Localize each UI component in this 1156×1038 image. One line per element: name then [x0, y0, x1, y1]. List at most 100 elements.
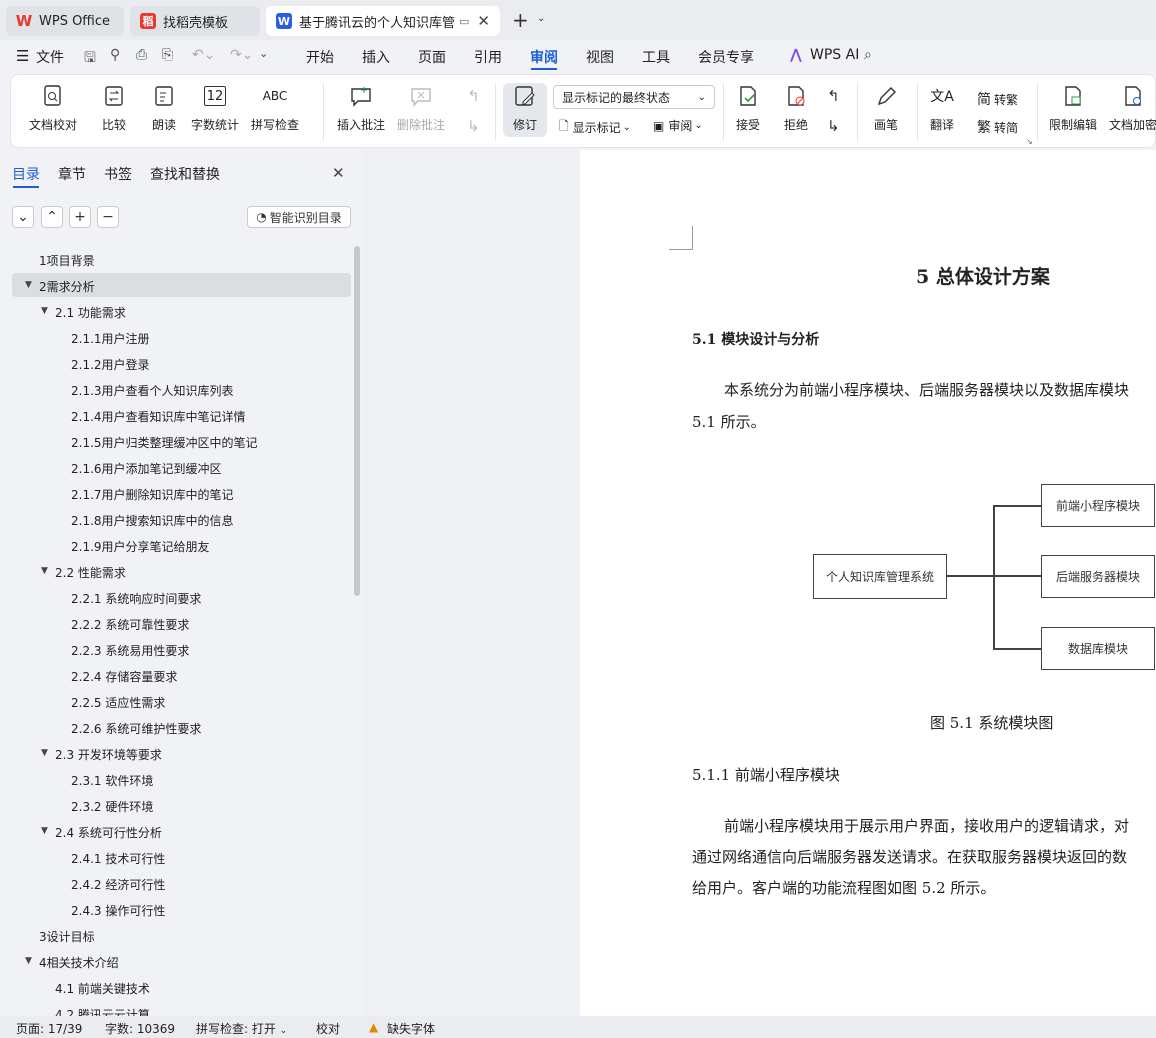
accept-label: 接受: [735, 118, 760, 132]
smart-toc-button[interactable]: ◔ 智能识别目录: [247, 206, 351, 228]
menu-home[interactable]: 开始: [306, 47, 334, 67]
delete-comment-button[interactable]: 删除批注: [397, 83, 445, 145]
tab-find-replace[interactable]: 查找和替换: [150, 164, 220, 184]
compare-button[interactable]: 比较: [101, 83, 127, 145]
toc-item-label: 2.4 系统可行性分析: [55, 826, 162, 840]
monitor-icon[interactable]: ▭: [459, 15, 469, 28]
reject-button[interactable]: 拒绝: [783, 83, 809, 145]
doc-check-button[interactable]: 文档校对: [29, 83, 77, 145]
toc-item[interactable]: [12, 689, 351, 713]
toc-item-label: 2.4.1 技术可行性: [71, 852, 166, 866]
toc-item[interactable]: [12, 871, 351, 895]
menu-review[interactable]: 审阅: [530, 47, 558, 67]
next-change-icon[interactable]: ↳: [827, 117, 840, 135]
document-page[interactable]: 5 总体设计方案 5.1 模块设计与分析 本系统分为前端小程序模块、后端服务器模…: [580, 150, 1156, 1016]
to-traditional-button[interactable]: 简 转繁: [977, 89, 1018, 109]
review-pane-button[interactable]: ▣ 审阅 ⌄: [653, 117, 703, 134]
menu-member[interactable]: 会员专享: [698, 47, 754, 67]
save-icon[interactable]: 🖫: [84, 47, 96, 71]
sidebar-scrollbar[interactable]: [354, 246, 360, 596]
tab-document[interactable]: W 基于腾讯云的个人知识库管理系 ▭ ✕: [266, 6, 500, 36]
revise-button[interactable]: 修订: [503, 83, 547, 137]
read-aloud-button[interactable]: 朗读: [151, 83, 177, 145]
expand-arrow-icon[interactable]: ▼: [41, 566, 48, 576]
prev-change-icon[interactable]: ↰: [827, 87, 840, 105]
paragraph-line: 前端小程序模块用于展示用户界面，接收用户的逻辑请求，对: [724, 817, 1130, 835]
connector-line: [993, 648, 1041, 650]
redo-icon[interactable]: ↷⌄: [230, 47, 253, 63]
menu-file[interactable]: 文件: [36, 47, 64, 67]
accept-icon: [735, 83, 761, 109]
to-traditional-label: 转繁: [994, 92, 1019, 107]
pen-button[interactable]: 画笔: [873, 83, 899, 145]
close-pane-icon[interactable]: ✕: [332, 164, 345, 182]
read-aloud-icon: [151, 83, 177, 109]
collapse-down-button[interactable]: ⌄: [12, 206, 34, 228]
expand-arrow-icon[interactable]: ▼: [41, 748, 48, 758]
expand-group-icon[interactable]: ↘: [1026, 137, 1033, 146]
markup-state-dropdown[interactable]: 显示标记的最终状态 ⌄: [553, 85, 715, 109]
menu-wps-ai[interactable]: WPS AI: [810, 47, 859, 63]
insert-comment-button[interactable]: 插入批注: [337, 83, 385, 145]
expand-arrow-icon[interactable]: ▼: [41, 826, 48, 836]
accept-button[interactable]: 接受: [735, 83, 761, 145]
toc-item[interactable]: [12, 897, 351, 921]
hamburger-icon[interactable]: ☰: [16, 47, 29, 65]
diagram-child-box: 后端服务器模块: [1041, 555, 1155, 598]
menu-view[interactable]: 视图: [586, 47, 614, 67]
menu-references[interactable]: 引用: [474, 47, 502, 67]
menu-page[interactable]: 页面: [418, 47, 446, 67]
expand-arrow-icon[interactable]: ▼: [25, 956, 32, 966]
toc-item[interactable]: [12, 767, 351, 791]
spell-check-button[interactable]: ABC 拼写检查: [251, 83, 299, 145]
spell-check-status[interactable]: 拼写检查: 打开 ⌄: [196, 1020, 287, 1037]
toc-item[interactable]: [12, 793, 351, 817]
to-simplified-button[interactable]: 繁 转简: [977, 117, 1018, 137]
delete-comment-icon: [408, 83, 434, 109]
remove-heading-button[interactable]: −: [97, 206, 119, 228]
tab-chapters[interactable]: 章节: [58, 164, 86, 184]
diagram-child-label: 数据库模块: [1067, 642, 1128, 656]
word-count-indicator[interactable]: 字数: 10369: [105, 1020, 175, 1037]
undo-icon[interactable]: ↶⌄: [192, 47, 215, 63]
print-icon[interactable]: ⎙: [136, 47, 147, 63]
search-icon[interactable]: ⌕: [864, 47, 872, 63]
add-heading-button[interactable]: +: [69, 206, 91, 228]
toc-item[interactable]: [12, 845, 351, 869]
show-markup-button[interactable]: 🗋 显示标记 ⌄: [559, 117, 631, 138]
menu-tools[interactable]: 工具: [642, 47, 670, 67]
toc-item-label: 2.1.2用户登录: [71, 358, 150, 372]
diagram-child-label: 前端小程序模块: [1055, 499, 1140, 513]
tab-wps-office[interactable]: W WPS Office: [6, 6, 124, 36]
tab-bookmarks[interactable]: 书签: [104, 164, 132, 184]
menu-insert[interactable]: 插入: [362, 47, 390, 67]
tab-docer[interactable]: 稻 找稻壳模板: [130, 6, 260, 36]
missing-font-status[interactable]: 缺失字体: [387, 1020, 435, 1037]
proof-status[interactable]: 校对: [316, 1020, 340, 1037]
toc-item[interactable]: [12, 663, 351, 687]
doc-encrypt-button[interactable]: 文档加密: [1109, 83, 1156, 145]
separator: [917, 83, 918, 141]
tab-toc[interactable]: 目录: [12, 164, 40, 184]
page-indicator[interactable]: 页面: 17/39: [16, 1020, 82, 1037]
close-tab-icon[interactable]: ✕: [477, 12, 490, 30]
prev-comment-icon[interactable]: ↰: [467, 87, 480, 105]
more-chevron-icon[interactable]: ⌄: [259, 47, 268, 60]
new-tab-icon[interactable]: +: [512, 8, 529, 32]
share-icon[interactable]: ⚲: [110, 47, 120, 63]
show-markup-label: 显示标记: [572, 121, 621, 135]
expand-arrow-icon[interactable]: ▼: [25, 280, 32, 290]
print-preview-icon[interactable]: ⎘: [162, 47, 173, 63]
chevron-down-icon[interactable]: ⌄: [537, 13, 545, 24]
translate-button[interactable]: 文A 翻译: [929, 83, 955, 145]
next-comment-icon[interactable]: ↳: [467, 117, 480, 135]
toc-item[interactable]: [12, 325, 351, 349]
warning-icon: ▲: [369, 1020, 379, 1034]
figure-caption: 图 5.1 系统模块图: [930, 714, 1054, 732]
toc-item[interactable]: [12, 351, 351, 375]
margin-corner-mark: [669, 226, 693, 250]
expand-arrow-icon[interactable]: ▼: [41, 306, 48, 316]
word-count-button[interactable]: 12 字数统计: [191, 83, 239, 145]
collapse-up-button[interactable]: ⌃: [41, 206, 63, 228]
restrict-edit-button[interactable]: 限制编辑: [1049, 83, 1097, 145]
